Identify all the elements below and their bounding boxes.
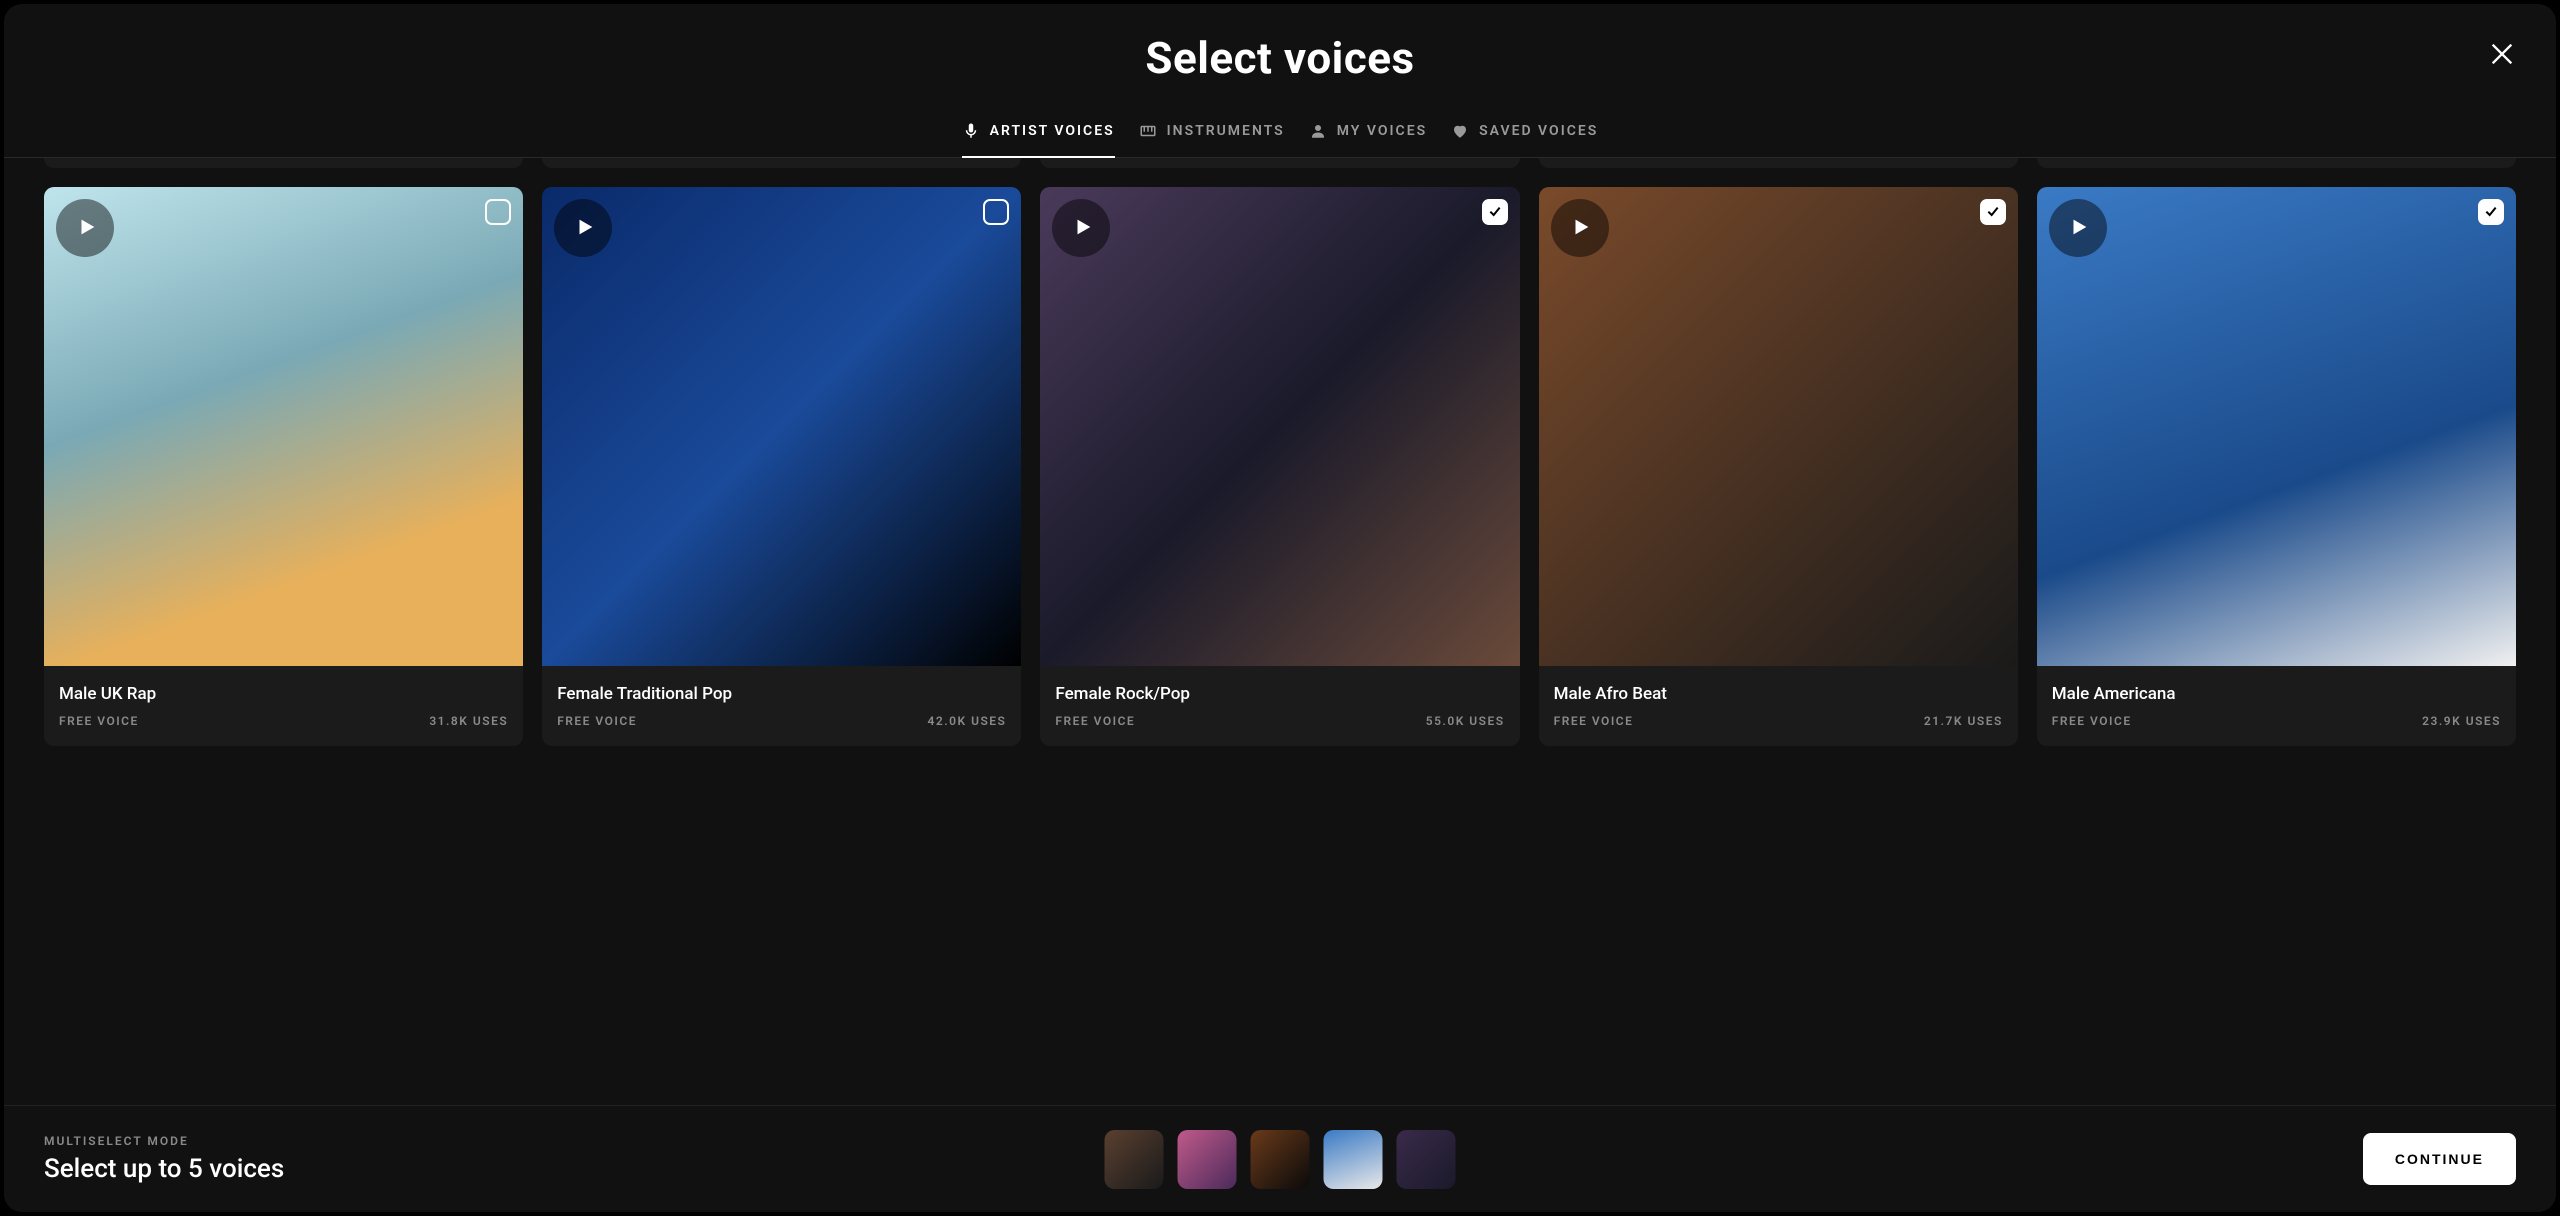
tab-label: INSTRUMENTS — [1167, 123, 1285, 139]
voice-grid-scroll[interactable]: Male Synth PopFREE VOICE28.9K USES Male A… — [4, 158, 2556, 1212]
footer-info: MULTISELECT MODE Select up to 5 voices — [44, 1134, 284, 1184]
voice-stats-row: FREE VOICE 21.7K USES — [1554, 714, 2003, 728]
voice-card[interactable]: Male Synth PopFREE VOICE28.9K USES — [44, 158, 523, 168]
voice-stats-row: FREE VOICE 31.8K USES — [59, 714, 508, 728]
voice-uses: 23.9K USES — [2422, 714, 2501, 728]
play-icon — [1567, 216, 1592, 241]
voice-stats-row: FREE VOICE 42.0K USES — [557, 714, 1006, 728]
voice-badge: FREE VOICE — [59, 714, 139, 728]
tab-saved-voices[interactable]: SAVED VOICES — [1451, 108, 1598, 158]
multiselect-description: Select up to 5 voices — [44, 1154, 284, 1184]
play-button[interactable] — [554, 199, 612, 257]
voice-stats-row: FREE VOICE 23.9K USES — [2052, 714, 2501, 728]
voice-title: Female Traditional Pop — [557, 684, 1006, 704]
check-icon — [1985, 203, 2001, 222]
close-icon — [2488, 56, 2516, 71]
select-checkbox[interactable] — [1482, 199, 1508, 225]
play-icon — [2065, 216, 2090, 241]
modal-header: Select voices ARTIST VOICES INSTRUMENTS — [4, 4, 2556, 158]
voice-artwork — [44, 187, 523, 666]
selected-voice-chip[interactable] — [1324, 1130, 1383, 1189]
voice-artwork — [2037, 187, 2516, 666]
voice-card[interactable]: Male Afro Beat FREE VOICE 21.7K USES — [1539, 187, 2018, 746]
play-button[interactable] — [2049, 199, 2107, 257]
play-icon — [1069, 216, 1094, 241]
check-icon — [2483, 203, 2499, 222]
selected-voice-chip[interactable] — [1178, 1130, 1237, 1189]
voice-uses: 31.8K USES — [429, 714, 508, 728]
piano-icon — [1139, 122, 1157, 140]
voice-title: Male Americana — [2052, 684, 2501, 704]
play-icon — [571, 216, 596, 241]
check-icon — [1487, 203, 1503, 222]
continue-button[interactable]: CONTINUE — [2363, 1133, 2516, 1185]
tab-bar: ARTIST VOICES INSTRUMENTS MY VOICES SAVE… — [4, 108, 2556, 158]
voice-meta: Female Talk-RapFREE VOICE25.7K USES — [1539, 158, 2018, 168]
select-checkbox[interactable] — [2478, 199, 2504, 225]
voice-title: Male UK Rap — [59, 684, 508, 704]
selected-voice-chip[interactable] — [1105, 1130, 1164, 1189]
play-button[interactable] — [1551, 199, 1609, 257]
voice-card[interactable]: Male Americana FREE VOICE 23.9K USES — [2037, 187, 2516, 746]
select-checkbox[interactable] — [485, 199, 511, 225]
play-icon — [73, 216, 98, 241]
voice-badge: FREE VOICE — [557, 714, 637, 728]
play-button[interactable] — [1052, 199, 1110, 257]
voice-title: Male Afro Beat — [1554, 684, 2003, 704]
footer-bar: MULTISELECT MODE Select up to 5 voices C… — [4, 1105, 2556, 1212]
voice-meta: Male Americana FREE VOICE 23.9K USES — [2037, 666, 2516, 746]
voice-thumbnail — [44, 187, 523, 666]
select-checkbox[interactable] — [983, 199, 1009, 225]
voice-meta: Male Afro Beat FREE VOICE 21.7K USES — [1539, 666, 2018, 746]
person-icon — [1309, 122, 1327, 140]
selected-voice-chip[interactable] — [1251, 1130, 1310, 1189]
voice-uses: 55.0K USES — [1426, 714, 1505, 728]
voice-card[interactable]: Female Traditional Pop FREE VOICE 42.0K US… — [542, 187, 1021, 746]
voice-card[interactable]: Female Rock/Pop FREE VOICE 55.0K USES — [1040, 187, 1519, 746]
voice-title: Female Rock/Pop — [1055, 684, 1504, 704]
voice-grid: Male Synth PopFREE VOICE28.9K USES Male A… — [44, 158, 2516, 746]
voice-thumbnail — [542, 187, 1021, 666]
tab-artist-voices[interactable]: ARTIST VOICES — [962, 108, 1115, 158]
multiselect-mode-label: MULTISELECT MODE — [44, 1134, 284, 1148]
voice-meta: Male Synth PopFREE VOICE28.9K USES — [44, 158, 523, 168]
voice-card[interactable]: Male Alternative RockFREE VOICE39.4K USE… — [542, 158, 1021, 168]
voice-thumbnail — [1539, 187, 2018, 666]
voice-card[interactable]: Female Doo-Wop PopFREE VOICE38.5K USES — [1040, 158, 1519, 168]
voice-thumbnail — [1040, 187, 1519, 666]
select-voices-modal: Select voices ARTIST VOICES INSTRUMENTS — [4, 4, 2556, 1212]
tab-label: MY VOICES — [1337, 123, 1427, 139]
voice-artwork — [1040, 187, 1519, 666]
tab-label: SAVED VOICES — [1479, 123, 1598, 139]
selected-voice-chips — [1105, 1130, 1456, 1189]
voice-card[interactable]: Male UK Rap FREE VOICE 31.8K USES — [44, 187, 523, 746]
voice-card[interactable]: Female Pop DiscoFREE VOICE32.8K USES — [2037, 158, 2516, 168]
microphone-icon — [962, 122, 980, 140]
tab-label: ARTIST VOICES — [990, 123, 1115, 139]
modal-title: Select voices — [4, 32, 2556, 84]
voice-meta: Female Rock/Pop FREE VOICE 55.0K USES — [1040, 666, 1519, 746]
voice-artwork — [542, 187, 1021, 666]
voice-artwork — [1539, 187, 2018, 666]
voice-meta: Female Doo-Wop PopFREE VOICE38.5K USES — [1040, 158, 1519, 168]
voice-stats-row: FREE VOICE 55.0K USES — [1055, 714, 1504, 728]
voice-badge: FREE VOICE — [1055, 714, 1135, 728]
voice-thumbnail — [2037, 187, 2516, 666]
play-button[interactable] — [56, 199, 114, 257]
voice-badge: FREE VOICE — [2052, 714, 2132, 728]
voice-badge: FREE VOICE — [1554, 714, 1634, 728]
select-checkbox[interactable] — [1980, 199, 2006, 225]
voice-uses: 42.0K USES — [928, 714, 1007, 728]
voice-meta: Male UK Rap FREE VOICE 31.8K USES — [44, 666, 523, 746]
voice-uses: 21.7K USES — [1924, 714, 2003, 728]
tab-instruments[interactable]: INSTRUMENTS — [1139, 108, 1285, 158]
voice-meta: Female Pop DiscoFREE VOICE32.8K USES — [2037, 158, 2516, 168]
selected-voice-chip[interactable] — [1397, 1130, 1456, 1189]
close-button[interactable] — [2488, 40, 2516, 68]
voice-meta: Male Alternative RockFREE VOICE39.4K USE… — [542, 158, 1021, 168]
voice-card[interactable]: Female Talk-RapFREE VOICE25.7K USES — [1539, 158, 2018, 168]
voice-meta: Female Traditional Pop FREE VOICE 42.0K US… — [542, 666, 1021, 746]
heart-icon — [1451, 122, 1469, 140]
tab-my-voices[interactable]: MY VOICES — [1309, 108, 1427, 158]
